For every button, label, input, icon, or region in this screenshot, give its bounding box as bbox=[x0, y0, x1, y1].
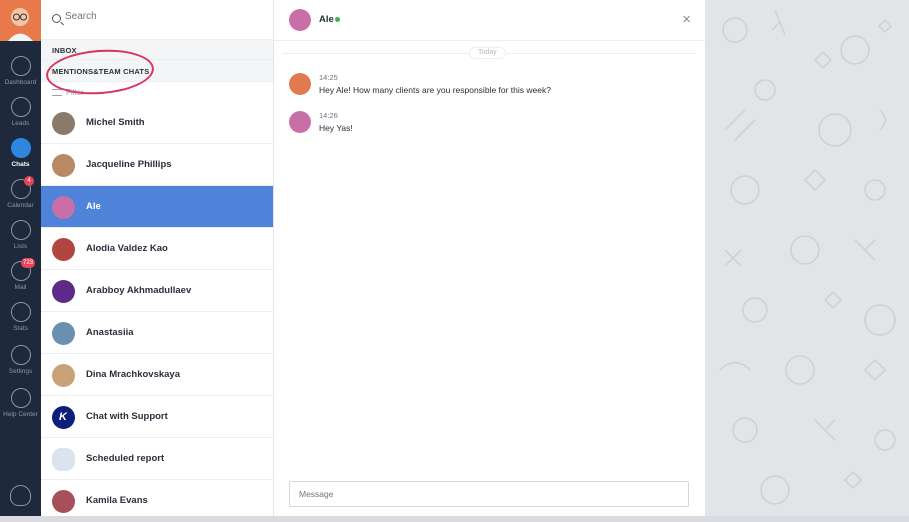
nav-settings[interactable]: Settings bbox=[0, 341, 41, 383]
chat-list-panel: INBOX MENTIONS&TEAM CHATS Filter Michel … bbox=[41, 0, 274, 516]
avatar bbox=[52, 154, 75, 177]
nav-calendar[interactable]: 4 Calendar bbox=[0, 175, 41, 217]
chat-row[interactable]: Scheduled report bbox=[41, 438, 273, 480]
message-composer bbox=[289, 481, 689, 507]
chat-name: Chat with Support bbox=[86, 411, 168, 422]
speedometer-icon bbox=[11, 56, 31, 76]
left-nav: Dashboard Leads Chats 4 Calendar Lists 7… bbox=[0, 0, 41, 522]
chat-name: Jacqueline Phillips bbox=[86, 159, 172, 170]
message-time: 14:25 bbox=[319, 73, 338, 82]
doodle-background bbox=[705, 0, 909, 522]
filter-icon bbox=[52, 89, 62, 97]
nav-label: Lists bbox=[13, 243, 28, 250]
bottom-strip bbox=[0, 516, 909, 522]
chat-name: Arabboy Akhmadullaev bbox=[86, 285, 192, 296]
help-icon bbox=[11, 388, 31, 408]
close-icon[interactable]: × bbox=[682, 12, 691, 27]
chat-header: Ale × bbox=[274, 0, 705, 41]
search-icon bbox=[52, 14, 61, 23]
message-time: 14:26 bbox=[319, 111, 338, 120]
nav-leads[interactable]: Leads bbox=[0, 93, 41, 135]
message-input[interactable] bbox=[290, 482, 688, 506]
chat-name: Alodia Valdez Kao bbox=[86, 243, 168, 254]
wrench-icon bbox=[11, 345, 31, 365]
avatar bbox=[52, 364, 75, 387]
calendar-badge: 4 bbox=[24, 176, 34, 186]
chat-name: Kamila Evans bbox=[86, 495, 148, 506]
nav-dashboard[interactable]: Dashboard bbox=[0, 52, 41, 94]
chat-row[interactable]: Jacqueline Phillips bbox=[41, 144, 273, 186]
avatar bbox=[52, 322, 75, 345]
nav-label: Chats bbox=[11, 161, 30, 168]
nav-chats[interactable]: Chats bbox=[0, 134, 41, 176]
doodle-pattern-icon bbox=[719, 9, 896, 505]
message-text: Hey Yas! bbox=[319, 123, 353, 133]
chat-row[interactable]: Kamila Evans bbox=[41, 480, 273, 516]
avatar bbox=[52, 238, 75, 261]
day-divider: Today bbox=[274, 47, 705, 59]
nav-label: Stats bbox=[13, 325, 28, 332]
chat-row[interactable]: Arabboy Akhmadullaev bbox=[41, 270, 273, 312]
nav-lists[interactable]: Lists bbox=[0, 216, 41, 258]
nav-label: Help Center bbox=[3, 411, 38, 418]
online-status-icon bbox=[335, 17, 340, 22]
chat-name: Dina Mrachkovskaya bbox=[86, 369, 180, 380]
support-logo-icon bbox=[52, 406, 75, 429]
chat-pane: Ale × Today 14:25 Hey Ale! How many clie… bbox=[274, 0, 705, 516]
nav-label: Leads bbox=[11, 120, 30, 127]
avatar bbox=[52, 112, 75, 135]
contact-avatar[interactable] bbox=[289, 9, 311, 31]
chat-row[interactable]: Chat with Support bbox=[41, 396, 273, 438]
nav-help-center[interactable]: Help Center bbox=[0, 384, 41, 426]
contact-name[interactable]: Ale bbox=[319, 14, 334, 25]
nav-mail[interactable]: 723 Mail bbox=[0, 257, 41, 299]
avatar bbox=[289, 73, 311, 95]
nav-label: Dashboard bbox=[4, 79, 37, 86]
chat-name: Michel Smith bbox=[86, 117, 145, 128]
chat-bubble-icon bbox=[11, 138, 31, 158]
robot-icon bbox=[52, 448, 75, 471]
chat-name: Scheduled report bbox=[86, 453, 165, 464]
dollar-icon bbox=[11, 97, 31, 117]
filter-button[interactable]: Filter bbox=[41, 82, 273, 102]
avatar bbox=[289, 111, 311, 133]
list-icon bbox=[11, 220, 31, 240]
search-input[interactable] bbox=[65, 11, 255, 22]
nav-stats[interactable]: Stats bbox=[0, 298, 41, 340]
chat-name: Ale bbox=[86, 201, 101, 212]
user-avatar[interactable] bbox=[0, 0, 41, 41]
nav-label: Mail bbox=[14, 284, 27, 291]
chat-row[interactable]: Dina Mrachkovskaya bbox=[41, 354, 273, 396]
nav-label: Settings bbox=[8, 368, 33, 375]
avatar bbox=[52, 490, 75, 513]
message-text: Hey Ale! How many clients are you respon… bbox=[319, 85, 551, 95]
mail-badge: 723 bbox=[21, 258, 36, 268]
avatar bbox=[52, 280, 75, 303]
chat-row-active[interactable]: Ale bbox=[41, 186, 273, 228]
chart-line-icon bbox=[11, 302, 31, 322]
chat-row[interactable]: Anastasiia bbox=[41, 312, 273, 354]
day-label: Today bbox=[469, 47, 506, 59]
search-bar bbox=[41, 0, 273, 40]
avatar bbox=[52, 196, 75, 219]
bell-icon[interactable] bbox=[10, 485, 31, 506]
inbox-section[interactable]: INBOX bbox=[41, 40, 273, 60]
chat-row[interactable]: Michel Smith bbox=[41, 102, 273, 144]
chat-row[interactable]: Alodia Valdez Kao bbox=[41, 228, 273, 270]
filter-label: Filter bbox=[66, 88, 84, 97]
chat-name: Anastasiia bbox=[86, 327, 134, 338]
nav-label: Calendar bbox=[7, 202, 34, 209]
mentions-section[interactable]: MENTIONS&TEAM CHATS bbox=[41, 60, 273, 82]
